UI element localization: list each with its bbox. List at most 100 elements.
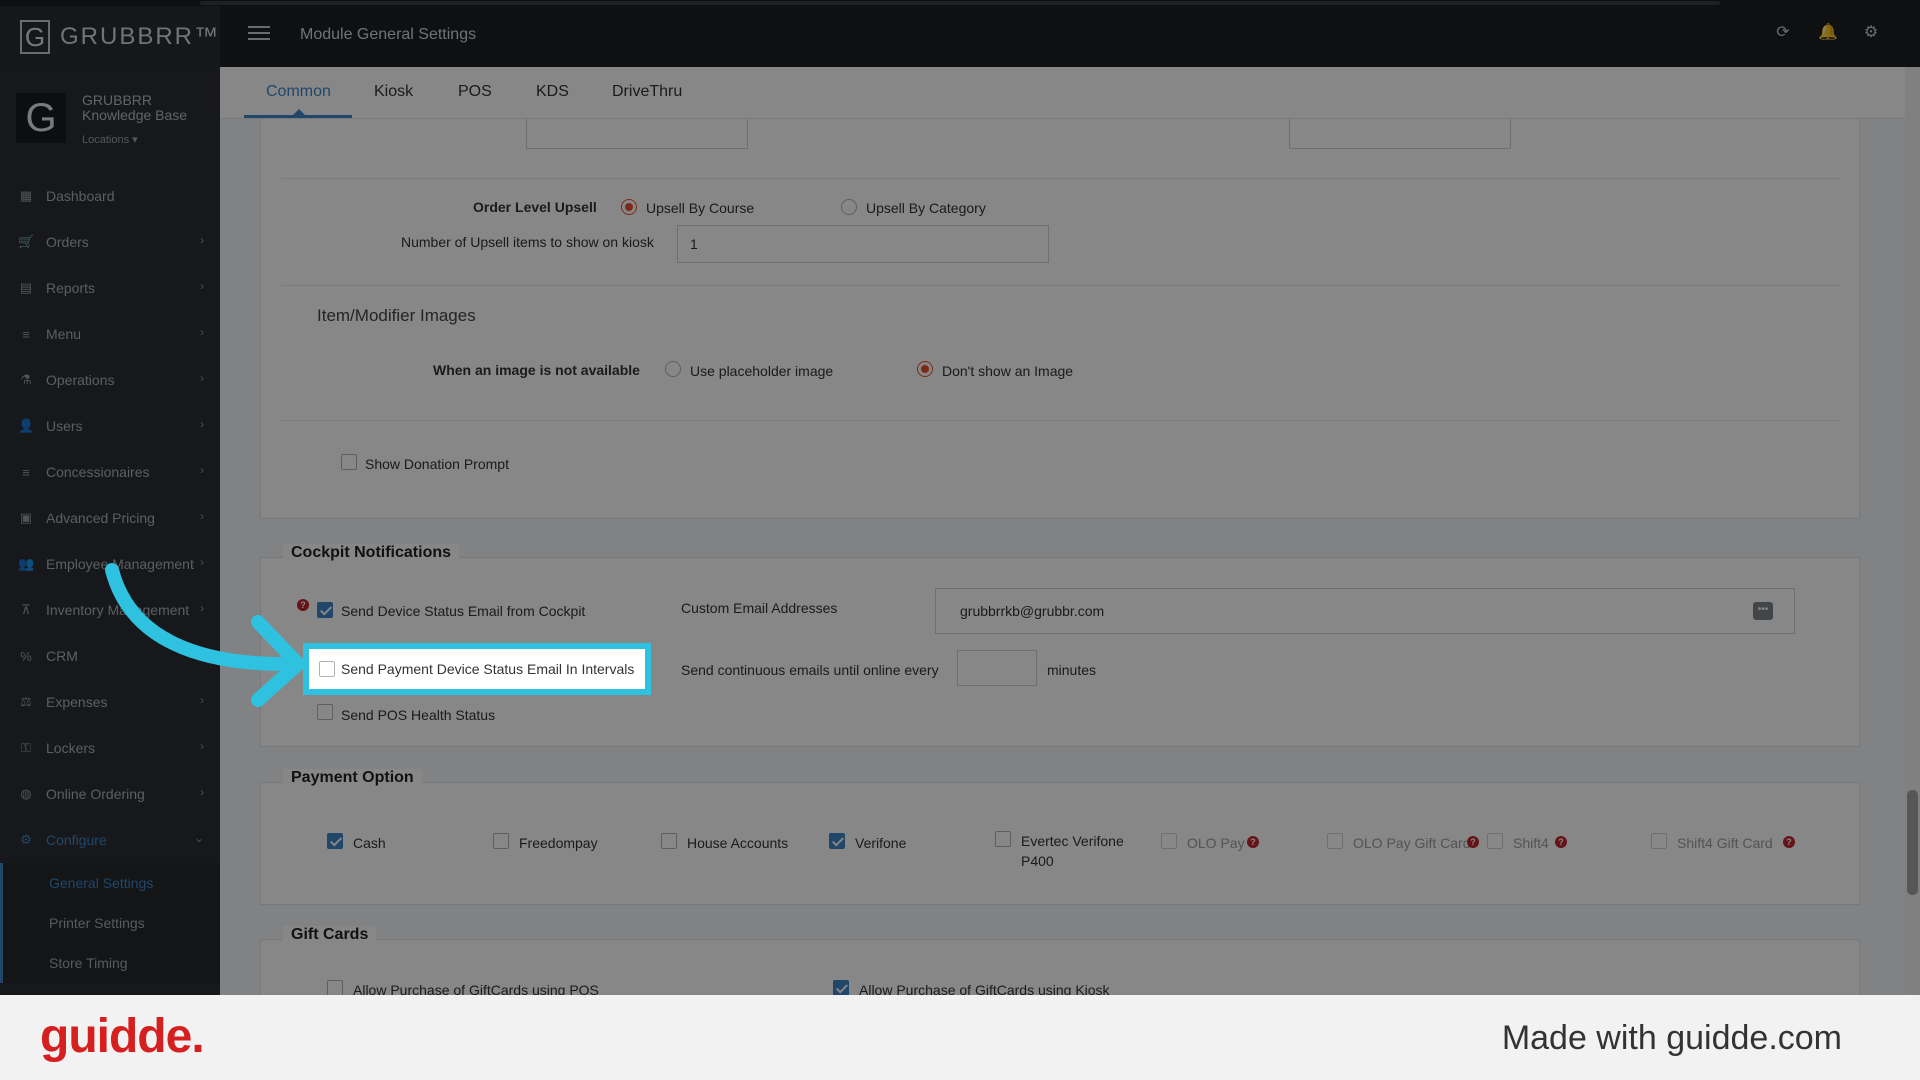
use-placeholder-radio[interactable] [665,361,681,377]
sidebar-item-crm[interactable]: % CRM [0,633,220,679]
olo-pay-checkbox[interactable] [1161,833,1177,849]
shift4-gift-card-checkbox[interactable] [1651,833,1667,849]
submenu-item-store-timing[interactable]: Store Timing [3,943,220,983]
shift4-gift-card-label[interactable]: Shift4 Gift Card [1677,835,1773,851]
giftcard-kiosk-label[interactable]: Allow Purchase of GiftCards using Kiosk [859,982,1110,995]
menu-list-icon: ≡ [22,326,30,342]
users-icon: 👥 [18,556,35,571]
hamburger-menu-icon[interactable] [248,26,270,42]
sidebar-item-label: Dashboard [46,188,115,204]
guidde-footer: guidde. Made with guidde.com [0,995,1920,1080]
tab-drivethru[interactable]: DriveThru [612,83,682,101]
pos-health-checkbox[interactable] [317,704,333,720]
tab-kiosk[interactable]: Kiosk [374,83,413,101]
payment-status-interval-checkbox[interactable] [319,661,335,677]
sidebar-item-expenses[interactable]: ⚖ Expenses › [0,679,220,725]
evertec-verifone-checkbox[interactable] [995,831,1011,847]
chevron-right-icon: › [200,325,204,339]
list-icon: ≡ [22,464,30,480]
more-options-icon[interactable]: ••• [1753,602,1773,620]
submenu-item-printer-settings[interactable]: Printer Settings [3,903,220,943]
globe-icon: ◍ [20,786,32,801]
tab-pos[interactable]: POS [458,83,492,101]
pos-health-label[interactable]: Send POS Health Status [341,707,495,723]
percent-icon: % [20,648,32,664]
giftcard-kiosk-checkbox[interactable] [833,980,849,995]
chevron-right-icon: › [200,693,204,707]
configure-submenu: General Settings Printer Settings Store Ti… [0,863,220,983]
sidebar-item-online-ordering[interactable]: ◍ Online Ordering › [0,771,220,817]
payment-option-card: Payment Option Cash Freedompay House Acc… [260,769,1860,905]
sidebar-item-lockers[interactable]: ⚿ Lockers › [0,725,220,771]
custom-email-input[interactable]: grubbrrkb@grubbr.com [935,588,1795,634]
highlighted-payment-status-option[interactable]: Send Payment Device Status Email In Inte… [303,643,651,695]
brand-subname: Knowledge Base [82,107,188,123]
bell-icon[interactable]: 🔔 [1818,24,1838,42]
tab-common[interactable]: Common [266,83,331,101]
shift4-checkbox[interactable] [1487,833,1503,849]
chevron-right-icon: › [200,509,204,523]
giftcard-pos-checkbox[interactable] [327,980,343,995]
shift4-gift-card-help-icon[interactable]: ? [1783,836,1795,848]
help-icon[interactable]: ? [297,599,309,611]
logo-text: GRUBBRR™ [59,22,220,50]
app-logo[interactable]: G GRUBBRR™ [0,6,220,67]
upsell-by-course-label[interactable]: Upsell By Course [646,200,754,216]
sidebar-item-dashboard[interactable]: ▦ Dashboard [0,173,220,219]
cash-label[interactable]: Cash [353,835,386,851]
verifone-checkbox[interactable] [829,833,845,849]
olo-pay-gift-card-help-icon[interactable]: ? [1467,836,1479,848]
use-placeholder-label[interactable]: Use placeholder image [690,363,833,379]
sidebar-item-concessionaires[interactable]: ≡ Concessionaires › [0,449,220,495]
cash-checkbox[interactable] [327,833,343,849]
payment-status-interval-label[interactable]: Send Payment Device Status Email In Inte… [341,661,634,677]
olo-pay-gift-card-checkbox[interactable] [1327,833,1343,849]
device-status-email-checkbox[interactable] [317,602,333,618]
shift4-label[interactable]: Shift4 [1513,835,1549,851]
sidebar-item-orders[interactable]: 🛒 Orders › [0,219,220,265]
tab-kds[interactable]: KDS [536,83,569,101]
sidebar-item-configure[interactable]: ⚙ Configure ⌄ [0,817,220,863]
sidebar-item-advanced-pricing[interactable]: ▣ Advanced Pricing › [0,495,220,541]
house-accounts-label[interactable]: House Accounts [687,835,788,851]
chevron-right-icon: › [200,463,204,477]
sidebar-item-users[interactable]: 👤 Users › [0,403,220,449]
submenu-item-general-settings[interactable]: General Settings [3,863,220,903]
device-status-email-label[interactable]: Send Device Status Email from Cockpit [341,603,585,619]
upsell-by-course-radio[interactable] [621,199,637,215]
textarea-left[interactable] [526,119,748,149]
page-scrollbar-thumb[interactable] [1907,790,1918,895]
olo-pay-help-icon[interactable]: ? [1247,836,1259,848]
chevron-right-icon: › [200,233,204,247]
verifone-label[interactable]: Verifone [855,835,906,851]
upsell-count-input[interactable]: 1 [677,225,1049,263]
interval-minutes-input[interactable] [957,650,1037,686]
sidebar-item-operations[interactable]: ⚗ Operations › [0,357,220,403]
sidebar-item-label: Reports [46,280,96,296]
donation-prompt-checkbox[interactable] [341,454,357,470]
freedompay-label[interactable]: Freedompay [519,835,598,851]
upsell-by-category-label[interactable]: Upsell By Category [866,200,986,216]
dont-show-image-radio[interactable] [917,361,933,377]
sidebar: G GRUBBRR Knowledge Base Locations ▾ ▦ Da… [0,67,220,995]
shift4-help-icon[interactable]: ? [1555,836,1567,848]
textarea-right[interactable] [1289,119,1511,149]
sidebar-item-menu[interactable]: ≡ Menu › [0,311,220,357]
olo-pay-gift-card-label[interactable]: OLO Pay Gift Card [1353,835,1470,851]
active-tab-caret [293,109,305,115]
evertec-verifone-label[interactable]: Evertec Verifone [1021,833,1124,849]
olo-pay-label[interactable]: OLO Pay [1187,835,1245,851]
sidebar-item-employee-management[interactable]: 👥 Employee Management › [0,541,220,587]
dont-show-image-label[interactable]: Don't show an Image [942,363,1073,379]
house-accounts-checkbox[interactable] [661,833,677,849]
refresh-icon[interactable]: ⟳ [1774,24,1792,42]
sidebar-item-reports[interactable]: ▤ Reports › [0,265,220,311]
locations-dropdown[interactable]: Locations ▾ [82,133,187,148]
gear-icon[interactable]: ⚙ [1862,24,1880,42]
freedompay-checkbox[interactable] [493,833,509,849]
evertec-verifone-model: P400 [1021,853,1054,869]
donation-prompt-label[interactable]: Show Donation Prompt [365,456,509,472]
upsell-by-category-radio[interactable] [841,199,857,215]
giftcard-pos-label[interactable]: Allow Purchase of GiftCards using POS [353,982,599,995]
sidebar-item-inventory-management[interactable]: ⊼ Inventory Management › [0,587,220,633]
